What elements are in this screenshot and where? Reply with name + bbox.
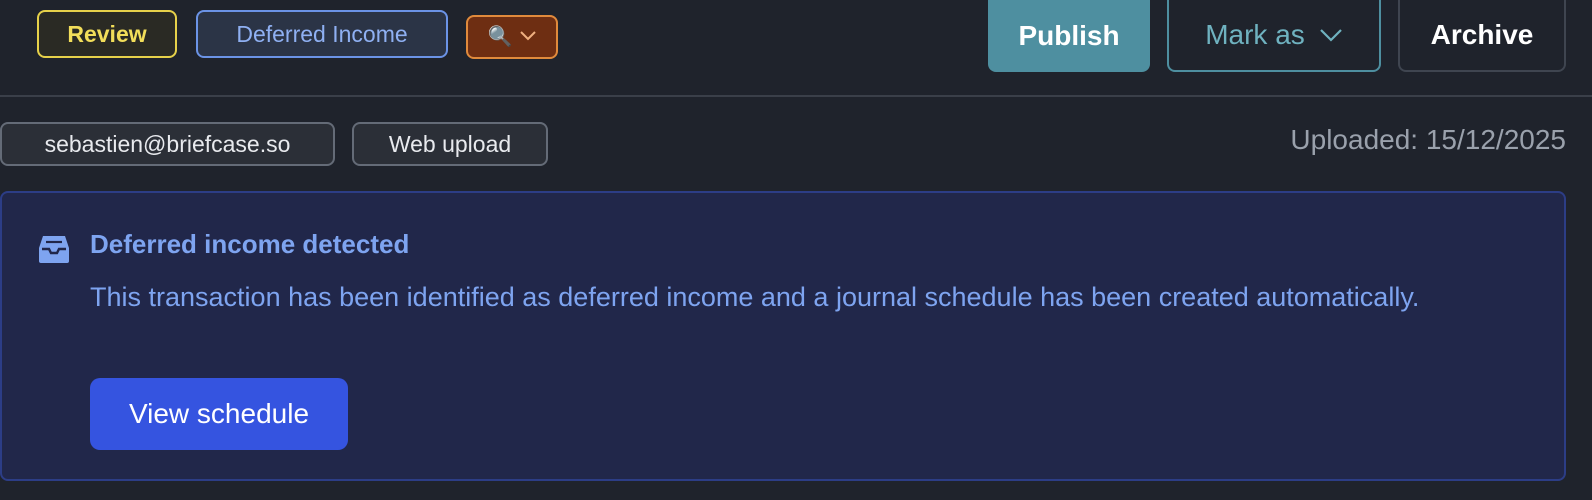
alert-message: This transaction has been identified as … <box>90 282 1420 312</box>
document-review-panel: Review Deferred Income 🔍 Publish Mark as… <box>0 0 1592 500</box>
mark-as-label: Mark as <box>1205 19 1305 50</box>
publish-label: Publish <box>1018 20 1120 51</box>
toolbar: Review Deferred Income 🔍 Publish Mark as… <box>0 0 1592 97</box>
upload-source-chip: Web upload <box>352 122 548 166</box>
magnifier-icon: 🔍 <box>487 26 513 48</box>
uploader-email-chip: sebastien@briefcase.so <box>0 122 335 166</box>
chevron-down-icon <box>1320 29 1342 42</box>
uploaded-date: Uploaded: 15/12/2025 <box>1290 124 1566 155</box>
filter-dropdown[interactable]: 🔍 <box>466 15 558 59</box>
alert-title: Deferred income detected <box>90 229 410 259</box>
status-badge-review[interactable]: Review <box>37 10 177 58</box>
publish-button[interactable]: Publish <box>988 0 1150 72</box>
mark-as-dropdown[interactable]: Mark as <box>1167 0 1381 72</box>
deferred-income-alert: Deferred income detected This transactio… <box>0 191 1566 481</box>
archive-button[interactable]: Archive <box>1398 0 1566 72</box>
category-badge[interactable]: Deferred Income <box>196 10 448 58</box>
chevron-down-icon <box>520 28 537 46</box>
archive-label: Archive <box>1430 19 1534 50</box>
inbox-icon <box>39 236 69 263</box>
view-schedule-button[interactable]: View schedule <box>90 378 348 450</box>
